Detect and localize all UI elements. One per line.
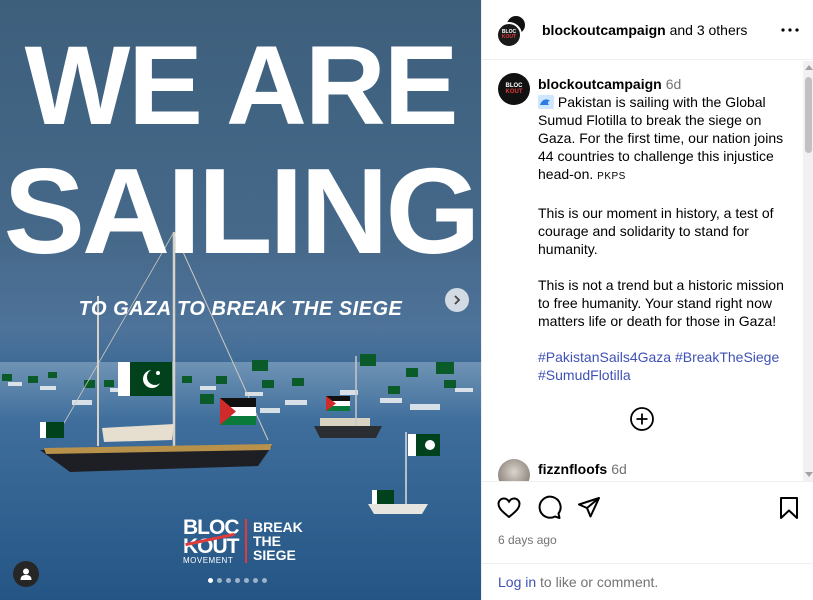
carousel-dot [217,578,222,583]
more-options-button[interactable] [778,20,802,40]
caption: blockoutcampaign 6d Pakistan is sailing w… [538,75,786,384]
post-date[interactable]: 6 days ago [498,533,557,547]
user-icon [20,568,32,580]
scroll-up-arrow-icon[interactable] [805,65,813,70]
comments-section: BLOC KOUT blockoutcampaign 6d Pakistan is … [482,61,813,481]
logo-divider [245,519,247,563]
hashtag-link[interactable]: #PakistanSails4Gaza [538,349,671,365]
post-side-panel: BLOC KOUT blockoutcampaign and 3 others B… [481,0,813,600]
comment-icon[interactable] [536,495,562,521]
scroll-down-arrow-icon[interactable] [805,472,813,477]
login-text: Log in to like or comment. [498,574,658,590]
carousel-indicator [208,578,267,583]
caption-username[interactable]: blockoutcampaign [538,76,662,92]
login-link[interactable]: Log in [498,574,536,590]
carousel-dot [235,578,240,583]
comment: fizznfloofs 6d [538,461,627,477]
login-rest-text: to like or comment. [536,574,659,590]
logo-right-line3: SIEGE [253,547,296,563]
comment-username[interactable]: fizznfloofs [538,461,607,477]
post-actions: 6 days ago Log in to like or comment. [482,481,813,600]
headline-line1: WE ARE [24,23,459,148]
carousel-dot [208,578,213,583]
caption-paragraph-3: This is not a trend but a historic missi… [538,277,784,329]
avatar[interactable]: BLOC KOUT [498,73,530,105]
flag-emoji-text: PKPS [597,171,626,182]
caption-time: 6d [665,76,682,92]
comments-scrollbar[interactable] [803,61,813,481]
logo-sub-text: MOVEMENT [183,555,234,565]
scrollbar-thumb[interactable] [805,77,812,153]
wave-emoji-icon [538,95,554,109]
header-collab-text[interactable]: and 3 others [670,22,748,38]
share-icon[interactable] [576,495,602,521]
next-slide-button[interactable] [445,288,469,312]
login-prompt: Log in to like or comment. [482,563,813,600]
carousel-dot [244,578,249,583]
carousel-dot [253,578,258,583]
post-header: BLOC KOUT blockoutcampaign and 3 others [482,0,813,60]
caption-hashtags: #PakistanSails4Gaza #BreakTheSiege #Sumu… [538,348,786,384]
headline-line2: SAILING [3,143,481,279]
caption-paragraph-1: Pakistan is sailing with the Global Sumu… [538,94,784,182]
more-horizontal-icon [781,28,799,32]
hashtag-link[interactable]: #BreakTheSiege [675,349,779,365]
comment-time: 6d [611,461,627,477]
load-more-comments-icon[interactable] [629,406,655,432]
header-text: blockoutcampaign and 3 others [542,22,747,38]
avatar[interactable] [498,459,530,481]
avatar: BLOC KOUT [496,22,522,48]
collab-avatars[interactable]: BLOC KOUT [496,14,530,48]
heart-icon[interactable] [496,495,522,521]
post-image[interactable]: WE ARE SAILING TO GAZA TO BREAK THE SIEG… [0,0,481,600]
blockout-mini-logo: BLOC KOUT [505,83,523,95]
carousel-dot [262,578,267,583]
carousel-dot [226,578,231,583]
headline-subline: TO GAZA TO BREAK THE SIEGE [78,298,403,320]
chevron-right-icon [454,295,461,305]
tagged-users-button[interactable] [13,561,39,587]
pakistan-flag [118,362,172,396]
bookmark-icon[interactable] [776,495,802,521]
header-username[interactable]: blockoutcampaign [542,22,666,38]
hashtag-link[interactable]: #SumudFlotilla [538,367,631,383]
blockout-mini-logo: BLOC KOUT [501,29,517,40]
blockout-logo: BLOC KOUT MOVEMENT BREAK THE SIEGE [183,517,303,565]
logo-right-block: BREAK THE SIEGE [253,520,303,562]
logo-left-block: BLOC KOUT MOVEMENT [183,517,241,565]
caption-paragraph-2: This is our moment in history, a test of… [538,205,774,257]
